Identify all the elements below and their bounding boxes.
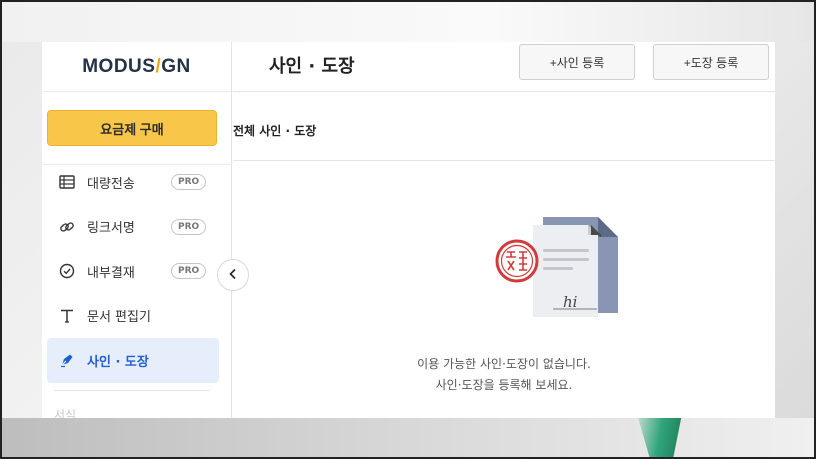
sidebar-item-label: 내부결재 — [87, 265, 135, 281]
pro-badge: PRO — [171, 218, 207, 235]
page-header: 사인 · 도장 +사인 등록 +도장 등록 — [233, 42, 775, 92]
pro-badge: PRO — [171, 174, 207, 191]
plan-purchase-button[interactable]: 요금제 구매 — [47, 110, 217, 146]
sidebar-item-label: 문서 편집기 — [87, 310, 151, 326]
sidebar-item-label: 링크서명 — [87, 221, 135, 237]
logo[interactable]: MODUS / GN — [42, 42, 231, 92]
background-top — [0, 0, 816, 42]
chevron-left-icon — [228, 268, 238, 283]
add-signature-button[interactable]: +사인 등록 — [519, 44, 635, 80]
sidebar-item-sign-stamp[interactable]: 사인 · 도장 — [47, 338, 219, 383]
check-circle-icon — [57, 261, 77, 281]
sidebar-collapse-button[interactable] — [217, 259, 249, 291]
app-window: MODUS / GN 요금제 구매 대량전송 PRO 링크서명 PRO 내부결재… — [42, 42, 775, 418]
background-bottom — [0, 418, 816, 459]
sidebar-item-link-sign[interactable]: 링크서명 PRO — [47, 205, 219, 250]
menu-divider — [54, 390, 210, 391]
empty-state: hi 이용 가능한 사인·도장이 없습니다. 사인·도장을 등록해 보세요. — [233, 161, 775, 418]
text-t-icon — [57, 306, 77, 326]
sidebar-item-label: 대량전송 — [87, 176, 135, 192]
signature-illustration-text: hi — [563, 293, 578, 311]
pro-badge: PRO — [171, 263, 207, 280]
link-icon — [57, 217, 77, 237]
add-stamp-button[interactable]: +도장 등록 — [653, 44, 769, 80]
empty-document-illustration: hi — [495, 217, 618, 317]
logo-text-left: MODUS — [82, 55, 156, 77]
logo-text-right: GN — [161, 55, 191, 77]
sidebar-menu: 대량전송 PRO 링크서명 PRO 내부결재 PRO 문서 편집기 사인 · 도… — [47, 160, 219, 383]
sidebar-item-label: 사인 · 도장 — [87, 354, 149, 370]
empty-message-primary: 이용 가능한 사인·도장이 없습니다. — [417, 357, 591, 371]
section-header: 전체 사인 · 도장 — [233, 92, 775, 161]
main-content: 사인 · 도장 +사인 등록 +도장 등록 전체 사인 · 도장 hi 이용 가… — [233, 42, 775, 418]
table-icon — [57, 172, 77, 192]
sidebar-item-internal-approval[interactable]: 내부결재 PRO — [47, 249, 219, 294]
sidebar: MODUS / GN 요금제 구매 대량전송 PRO 링크서명 PRO 내부결재… — [42, 42, 232, 418]
empty-message-secondary: 사인·도장을 등록해 보세요. — [435, 378, 573, 392]
pen-nib-icon — [57, 350, 77, 370]
sidebar-item-bulk-send[interactable]: 대량전송 PRO — [47, 160, 219, 205]
sidebar-section-label: 서식 — [54, 408, 77, 418]
page-title: 사인 · 도장 — [269, 56, 355, 77]
sidebar-item-document-editor[interactable]: 문서 편집기 — [47, 294, 219, 339]
section-title: 전체 사인 · 도장 — [233, 124, 317, 138]
